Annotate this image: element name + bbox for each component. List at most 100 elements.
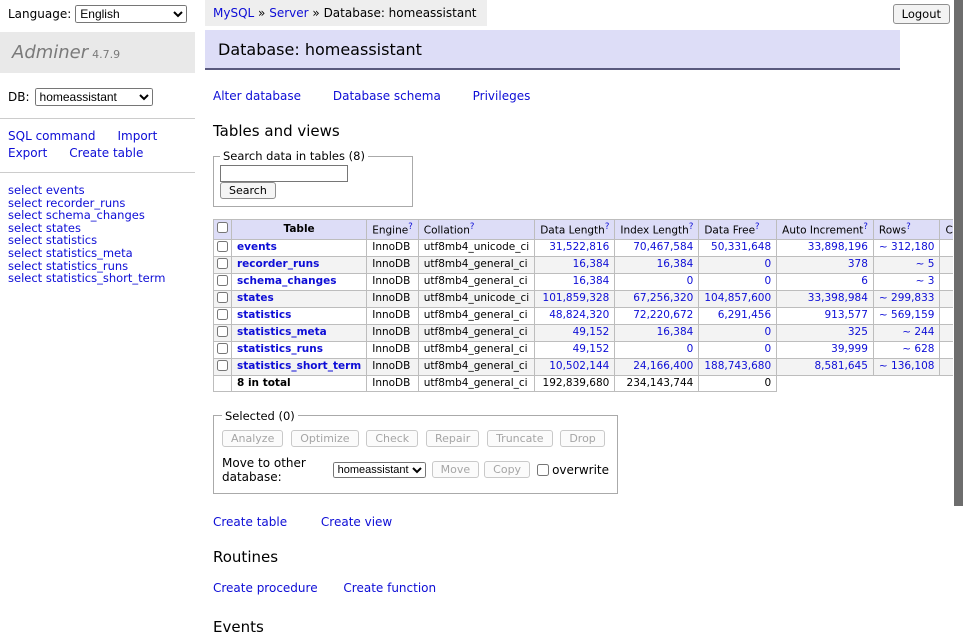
index-length-link[interactable]: 16,384 <box>657 326 694 338</box>
move-button[interactable]: Move <box>432 461 480 478</box>
overwrite-checkbox[interactable] <box>537 464 549 476</box>
db-select[interactable]: homeassistant <box>35 88 153 106</box>
optimize-button[interactable]: Optimize <box>291 430 358 447</box>
index-length-link[interactable]: 67,256,320 <box>633 292 693 304</box>
logout-button[interactable]: Logout <box>893 4 950 24</box>
table-structure-link[interactable]: statistics_meta <box>237 326 327 338</box>
data-length-link[interactable]: 31,522,816 <box>549 241 609 253</box>
language-select[interactable]: English <box>75 5 187 23</box>
index-length-link[interactable]: 16,384 <box>657 258 694 270</box>
data-length-link[interactable]: 101,859,328 <box>543 292 610 304</box>
sidebar-item-import[interactable]: Import <box>117 129 157 143</box>
app-version: 4.7.9 <box>92 48 120 61</box>
collation-help-link[interactable]: ? <box>470 222 475 232</box>
table-structure-link[interactable]: events <box>237 241 277 253</box>
data-free-help-link[interactable]: ? <box>755 222 760 232</box>
vertical-scrollbar[interactable] <box>953 0 966 543</box>
analyze-button[interactable]: Analyze <box>222 430 283 447</box>
data-length-link[interactable]: 10,502,144 <box>549 360 609 372</box>
row-select-checkbox[interactable] <box>217 309 228 320</box>
engine-help-link[interactable]: ? <box>408 222 413 232</box>
rows-count-link[interactable]: ~ 569,159 <box>879 309 935 321</box>
row-select-checkbox[interactable] <box>217 292 228 303</box>
data-free-link[interactable]: 0 <box>764 275 771 287</box>
rows-count-link[interactable]: ~ 299,833 <box>879 292 935 304</box>
row-select-checkbox[interactable] <box>217 258 228 269</box>
data-free-link[interactable]: 0 <box>764 258 771 270</box>
data-length-link[interactable]: 16,384 <box>573 258 610 270</box>
rows-count-link[interactable]: ~ 3 <box>916 275 935 287</box>
index-length-link[interactable]: 0 <box>687 343 694 355</box>
rows-help-link[interactable]: ? <box>906 222 911 232</box>
data-free-link[interactable]: 6,291,456 <box>718 309 771 321</box>
index-length-link[interactable]: 72,220,672 <box>633 309 693 321</box>
drop-button[interactable]: Drop <box>560 430 604 447</box>
table-structure-link[interactable]: statistics_runs <box>237 343 323 355</box>
auto-increment-help-link[interactable]: ? <box>863 222 868 232</box>
rows-count-link[interactable]: ~ 628 <box>902 343 934 355</box>
data-length-link[interactable]: 49,152 <box>573 343 610 355</box>
row-checkbox-cell <box>214 324 232 341</box>
repair-button[interactable]: Repair <box>426 430 479 447</box>
search-button[interactable]: Search <box>220 182 276 199</box>
breadcrumb-mysql-link[interactable]: MySQL <box>213 6 254 20</box>
row-select-checkbox[interactable] <box>217 360 228 371</box>
auto-increment-link[interactable]: 33,398,984 <box>808 292 868 304</box>
select-all-checkbox[interactable] <box>217 222 228 233</box>
sidebar-item-select-events[interactable]: select events <box>8 184 195 197</box>
auto-increment-link[interactable]: 913,577 <box>825 309 868 321</box>
create-view-link[interactable]: Create view <box>321 515 392 529</box>
auto-increment-link[interactable]: 39,999 <box>831 343 868 355</box>
rows-count-link[interactable]: ~ 312,180 <box>879 241 935 253</box>
table-structure-link[interactable]: statistics_short_term <box>237 360 361 372</box>
auto-increment-link[interactable]: 8,581,645 <box>814 360 867 372</box>
index-length-link[interactable]: 24,166,400 <box>633 360 693 372</box>
truncate-button[interactable]: Truncate <box>487 430 552 447</box>
sidebar-item-select-schema-changes[interactable]: select schema_changes <box>8 209 195 222</box>
rows-count-link[interactable]: ~ 244 <box>902 326 934 338</box>
table-structure-link[interactable]: schema_changes <box>237 275 337 287</box>
index-length-link[interactable]: 0 <box>687 275 694 287</box>
auto-increment-link[interactable]: 6 <box>861 275 868 287</box>
table-structure-link[interactable]: states <box>237 292 274 304</box>
row-select-checkbox[interactable] <box>217 343 228 354</box>
auto-increment-link[interactable]: 325 <box>848 326 868 338</box>
data-free-link[interactable]: 188,743,680 <box>704 360 771 372</box>
data-free-link[interactable]: 0 <box>764 326 771 338</box>
rows-count-link[interactable]: ~ 136,108 <box>879 360 935 372</box>
sidebar-item-sql-command[interactable]: SQL command <box>8 129 95 143</box>
row-select-checkbox[interactable] <box>217 326 228 337</box>
data-length-link[interactable]: 16,384 <box>573 275 610 287</box>
sidebar-item-select-statistics-short-term[interactable]: select statistics_short_term <box>8 272 195 285</box>
check-button[interactable]: Check <box>366 430 418 447</box>
breadcrumb-server-link[interactable]: Server <box>269 6 308 20</box>
create-function-link[interactable]: Create function <box>343 581 436 595</box>
sidebar-item-select-statistics-meta[interactable]: select statistics_meta <box>8 247 195 260</box>
alter-database-link[interactable]: Alter database <box>213 89 301 103</box>
auto-increment-link[interactable]: 378 <box>848 258 868 270</box>
database-schema-link[interactable]: Database schema <box>333 89 441 103</box>
row-select-checkbox[interactable] <box>217 241 228 252</box>
data-length-help-link[interactable]: ? <box>605 222 610 232</box>
scrollbar-thumb[interactable] <box>954 0 963 506</box>
row-select-checkbox[interactable] <box>217 275 228 286</box>
copy-button[interactable]: Copy <box>484 461 530 478</box>
data-free-link[interactable]: 50,331,648 <box>711 241 771 253</box>
table-structure-link[interactable]: recorder_runs <box>237 258 319 270</box>
search-input[interactable] <box>220 165 348 182</box>
data-free-link[interactable]: 0 <box>764 343 771 355</box>
index-length-link[interactable]: 70,467,584 <box>633 241 693 253</box>
rows-count-link[interactable]: ~ 5 <box>916 258 935 270</box>
data-length-link[interactable]: 48,824,320 <box>549 309 609 321</box>
privileges-link[interactable]: Privileges <box>473 89 531 103</box>
data-length-link[interactable]: 49,152 <box>573 326 610 338</box>
auto-increment-link[interactable]: 33,898,196 <box>808 241 868 253</box>
sidebar-item-export[interactable]: Export <box>8 146 47 160</box>
table-structure-link[interactable]: statistics <box>237 309 291 321</box>
create-table-link[interactable]: Create table <box>213 515 287 529</box>
move-database-select[interactable]: homeassistant <box>333 462 426 478</box>
sidebar-item-create-table[interactable]: Create table <box>69 146 143 160</box>
data-free-link[interactable]: 104,857,600 <box>704 292 771 304</box>
index-length-help-link[interactable]: ? <box>689 222 694 232</box>
create-procedure-link[interactable]: Create procedure <box>213 581 318 595</box>
